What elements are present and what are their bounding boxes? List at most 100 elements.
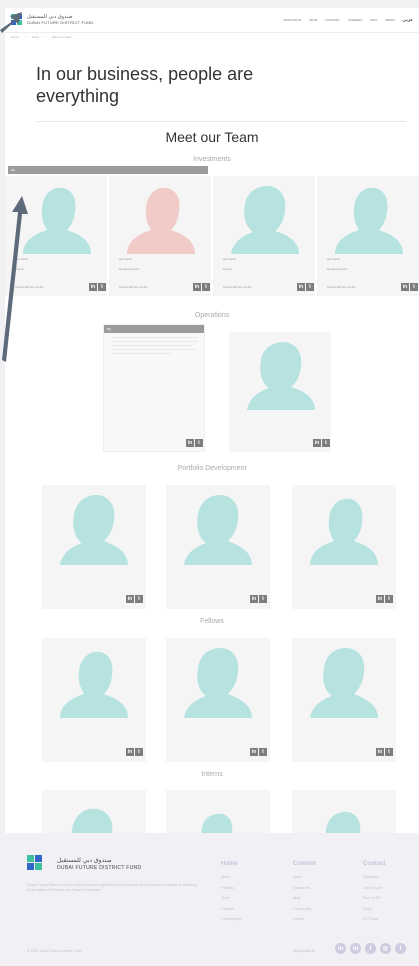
footer-link[interactable]: FAQs xyxy=(363,907,385,918)
social-links: in t xyxy=(126,595,143,603)
linkedin-icon[interactable]: in xyxy=(89,283,97,291)
footer-link[interactable]: Careers xyxy=(221,907,241,918)
footer-logo-arabic: صندوق دبي للمستقبل xyxy=(57,857,112,864)
twitter-icon[interactable]: t xyxy=(306,283,314,291)
team-card[interactable]: Jane Smith Director Connect with this me… xyxy=(213,176,315,296)
twitter-icon[interactable]: t xyxy=(259,595,267,603)
linkedin-icon[interactable]: in xyxy=(297,283,305,291)
nav-item-content[interactable]: CONTENT xyxy=(325,18,340,22)
footer-link[interactable]: Portfolio xyxy=(221,886,241,897)
browser-frame: صندوق دبي للمستقبل DUBAI FUTURE DISTRICT… xyxy=(0,0,419,966)
twitter-icon[interactable]: t xyxy=(98,283,106,291)
nav-item-media[interactable]: MEDIA xyxy=(385,18,395,22)
nav-item-careers[interactable]: CAREERS xyxy=(348,18,363,22)
footer-heading: Content xyxy=(293,861,316,867)
twitter-icon[interactable]: t xyxy=(259,748,267,756)
linkedin-icon[interactable]: in xyxy=(250,595,258,603)
breadcrumb-team[interactable]: Team xyxy=(32,35,39,39)
facebook-icon[interactable]: f xyxy=(365,943,376,954)
footer-column-home: Home About Portfolio Team Careers Partne… xyxy=(221,861,241,928)
team-card[interactable]: Jane Smith Managing Director Connect wit… xyxy=(317,176,419,296)
nav-item-portfolio[interactable]: PORTFOLIO xyxy=(284,18,301,22)
footer-logo-icon[interactable] xyxy=(27,855,43,871)
group-title-investments: Investments xyxy=(193,156,231,163)
member-meta: Connect with this member xyxy=(223,286,252,289)
footer-link[interactable]: News xyxy=(293,875,316,886)
social-links: in t xyxy=(186,439,203,447)
social-links: in t xyxy=(193,283,210,291)
team-card[interactable]: Jane Smith Managing Director Connect wit… xyxy=(109,176,211,296)
twitter-icon[interactable]: t xyxy=(410,283,418,291)
tooltip-bar: Bio xyxy=(8,166,208,174)
footer-link[interactable]: Pitch to DF xyxy=(363,896,385,907)
member-role: Managing Director xyxy=(119,268,140,271)
instagram-icon[interactable]: ◎ xyxy=(380,943,391,954)
linkedin-icon[interactable]: in xyxy=(376,748,384,756)
language-toggle[interactable]: عربي xyxy=(402,17,413,22)
team-card[interactable]: in t xyxy=(166,638,270,762)
linkedin-icon[interactable]: in xyxy=(376,595,384,603)
divider xyxy=(36,121,406,122)
team-card[interactable]: in t xyxy=(292,485,396,609)
footer-link[interactable]: Blog xyxy=(293,896,316,907)
linkedin-icon[interactable]: in xyxy=(126,748,134,756)
footer-column-contact: Contact Subscribe Get in touch Pitch to … xyxy=(363,861,385,928)
breadcrumb-current: Meet our Team xyxy=(52,35,73,39)
avatar xyxy=(60,495,128,565)
footer-description: Dubai Future District Fund is Dubai's ve… xyxy=(27,883,197,892)
footer-link[interactable]: Partnerships xyxy=(221,917,241,928)
linkedin-icon[interactable]: in xyxy=(350,943,361,954)
linkedin-icon[interactable]: in xyxy=(126,595,134,603)
nav-item-team[interactable]: TEAM xyxy=(309,18,317,22)
social-links: in t xyxy=(376,748,393,756)
avatar xyxy=(335,187,403,254)
twitter-icon[interactable]: t xyxy=(195,439,203,447)
team-section-title: Meet our Team xyxy=(165,129,259,145)
team-card[interactable]: in t xyxy=(229,332,331,452)
team-card[interactable]: in t xyxy=(42,485,146,609)
member-name: Jane Smith xyxy=(119,258,132,261)
nav-item-info[interactable]: INFO xyxy=(370,18,377,22)
footer-link[interactable]: Team xyxy=(221,896,241,907)
twitter-icon[interactable]: t xyxy=(395,943,406,954)
footer-link[interactable]: Events xyxy=(293,917,316,928)
avatar xyxy=(127,187,195,254)
member-name: Jane Smith xyxy=(327,258,340,261)
linkedin-icon[interactable]: in xyxy=(193,283,201,291)
linkedin-icon[interactable]: m xyxy=(335,943,346,954)
footer-link[interactable]: Subscribe xyxy=(363,875,385,886)
team-card[interactable]: in t xyxy=(42,638,146,762)
avatar xyxy=(231,186,299,254)
team-card-expanded[interactable]: Bio in t xyxy=(103,324,205,452)
linkedin-icon[interactable]: in xyxy=(313,439,321,447)
group-title-fellows: Fellows xyxy=(200,618,224,625)
twitter-icon[interactable]: t xyxy=(385,748,393,756)
twitter-icon[interactable]: t xyxy=(322,439,330,447)
footer-link[interactable]: Community xyxy=(293,907,316,918)
footer-link[interactable]: Get in touch xyxy=(363,886,385,897)
twitter-icon[interactable]: t xyxy=(135,595,143,603)
social-links: in t xyxy=(126,748,143,756)
twitter-icon[interactable]: t xyxy=(202,283,210,291)
footer-column-content: Content News Resources Blog Community Ev… xyxy=(293,861,316,928)
social-links: in t xyxy=(89,283,106,291)
footer-link[interactable]: Resources xyxy=(293,886,316,897)
twitter-icon[interactable]: t xyxy=(135,748,143,756)
footer-link[interactable]: About xyxy=(221,875,241,886)
main-nav: PORTFOLIO TEAM CONTENT CAREERS INFO MEDI… xyxy=(284,18,395,22)
linkedin-icon[interactable]: in xyxy=(250,748,258,756)
twitter-icon[interactable]: t xyxy=(385,595,393,603)
social-links: in t xyxy=(250,748,267,756)
linkedin-icon[interactable]: in xyxy=(401,283,409,291)
avatar xyxy=(60,651,128,718)
member-role: Managing Director xyxy=(327,268,348,271)
avatar xyxy=(247,342,315,410)
avatar xyxy=(310,498,378,565)
linkedin-icon[interactable]: in xyxy=(186,439,194,447)
footer-email[interactable]: hello@dfdf.ae xyxy=(293,949,315,953)
team-card[interactable]: in t xyxy=(292,638,396,762)
footer-link[interactable]: DF Portal xyxy=(363,917,385,928)
social-links: in t xyxy=(376,595,393,603)
copyright: © 2022 Dubai Future District Fund xyxy=(27,949,82,953)
team-card[interactable]: in t xyxy=(166,485,270,609)
